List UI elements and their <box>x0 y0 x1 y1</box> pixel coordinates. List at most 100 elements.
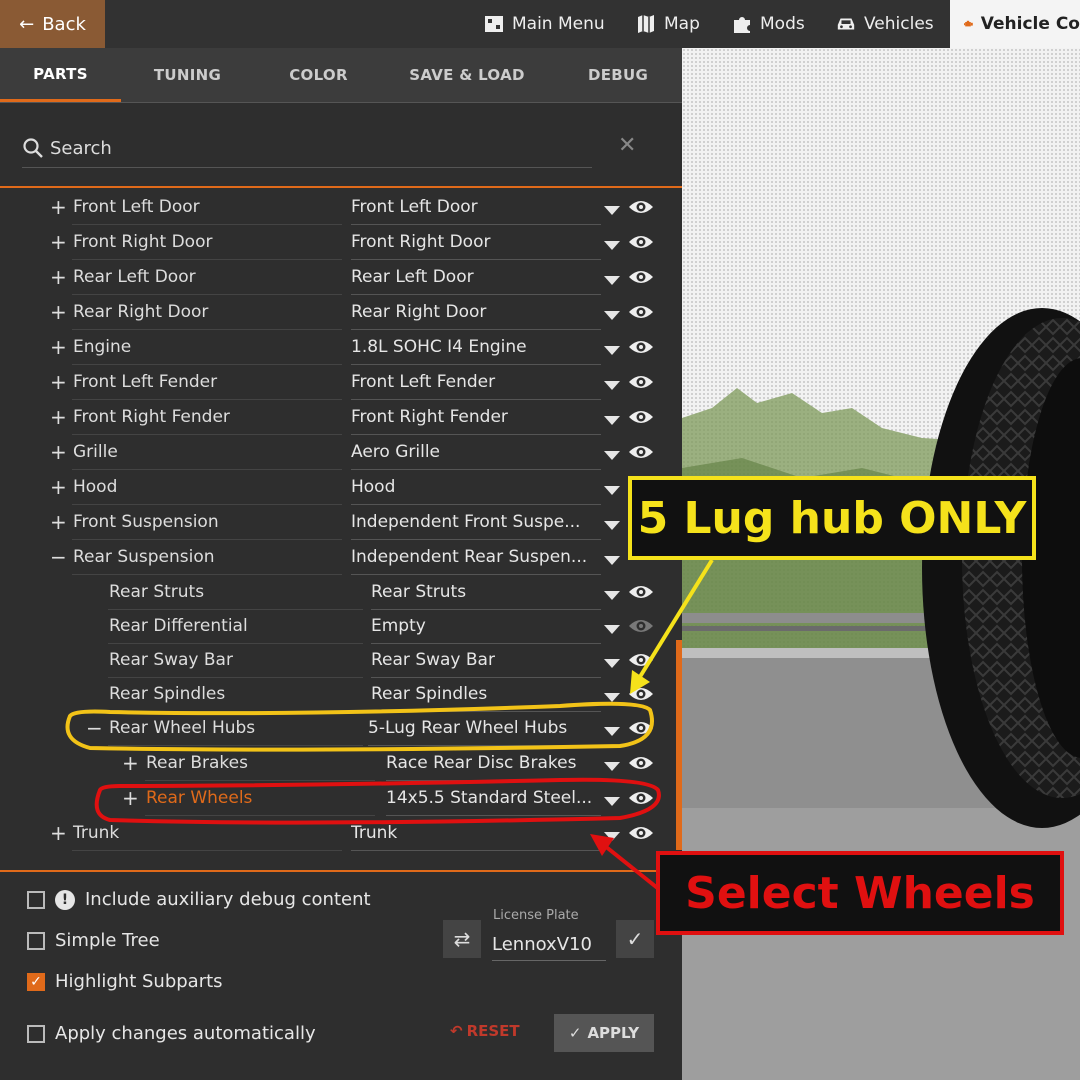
option-aux-debug[interactable]: ! Include auxiliary debug content <box>27 889 371 910</box>
tree-row[interactable]: Rear Sway Bar Rear Sway Bar <box>0 644 682 679</box>
back-button[interactable]: ← Back <box>0 0 105 48</box>
expand-icon[interactable]: + <box>50 475 67 499</box>
tab-save-load[interactable]: SAVE & LOAD <box>397 48 537 102</box>
reset-button[interactable]: ↶ RESET <box>450 1022 520 1040</box>
chevron-down-icon[interactable] <box>604 591 620 600</box>
part-select[interactable]: Rear Right Door <box>351 302 601 330</box>
eye-icon[interactable] <box>628 407 654 427</box>
tree-row[interactable]: + Trunk Trunk <box>0 817 682 852</box>
part-select[interactable]: Front Right Fender <box>351 407 601 435</box>
expand-icon[interactable]: + <box>50 265 67 289</box>
expand-icon[interactable]: + <box>122 751 139 775</box>
collapse-icon[interactable]: − <box>86 716 103 740</box>
part-select[interactable]: 1.8L SOHC I4 Engine <box>351 337 601 365</box>
tree-row[interactable]: + Front Left Door Front Left Door <box>0 191 682 226</box>
tab-debug[interactable]: DEBUG <box>560 48 676 102</box>
part-select[interactable]: Rear Sway Bar <box>371 650 601 678</box>
chevron-down-icon[interactable] <box>604 276 620 285</box>
tree-row[interactable]: + Front Left Fender Front Left Fender <box>0 366 682 401</box>
tree-row[interactable]: Rear Differential Empty <box>0 610 682 645</box>
eye-icon[interactable] <box>628 582 654 602</box>
nav-mods[interactable]: Mods <box>732 0 805 48</box>
option-highlight-subparts[interactable]: ✓ Highlight Subparts <box>27 971 223 992</box>
chevron-down-icon[interactable] <box>604 797 620 806</box>
checkbox[interactable] <box>27 890 45 909</box>
license-plate-input[interactable]: LennoxV10 <box>492 928 606 961</box>
part-select[interactable]: Rear Struts <box>371 582 601 610</box>
checkbox-checked[interactable]: ✓ <box>27 972 45 991</box>
eye-icon[interactable] <box>628 616 654 636</box>
part-select[interactable]: Independent Rear Suspen... <box>351 547 601 575</box>
collapse-icon[interactable]: − <box>50 545 67 569</box>
tree-row[interactable]: Rear Struts Rear Struts <box>0 576 682 611</box>
eye-icon[interactable] <box>628 302 654 322</box>
expand-icon[interactable]: + <box>50 335 67 359</box>
tree-row[interactable]: + Front Right Fender Front Right Fender <box>0 401 682 436</box>
tree-row[interactable]: + Engine 1.8L SOHC I4 Engine <box>0 331 682 366</box>
tab-tuning[interactable]: TUNING <box>127 48 248 102</box>
tree-row[interactable]: + Grille Aero Grille <box>0 436 682 471</box>
expand-icon[interactable]: + <box>50 510 67 534</box>
chevron-down-icon[interactable] <box>604 311 620 320</box>
part-select[interactable]: Rear Spindles <box>371 684 601 712</box>
part-select[interactable]: Front Left Fender <box>351 372 601 400</box>
eye-icon[interactable] <box>628 197 654 217</box>
expand-icon[interactable]: + <box>50 440 67 464</box>
tree-row[interactable]: − Rear Suspension Independent Rear Suspe… <box>0 541 682 576</box>
chevron-down-icon[interactable] <box>604 451 620 460</box>
eye-icon[interactable] <box>628 650 654 670</box>
eye-icon[interactable] <box>628 823 654 843</box>
chevron-down-icon[interactable] <box>604 486 620 495</box>
confirm-plate-button[interactable]: ✓ <box>616 920 654 958</box>
part-select[interactable]: Independent Front Suspe... <box>351 512 601 540</box>
close-icon[interactable]: ✕ <box>618 133 636 158</box>
part-select[interactable]: Hood <box>351 477 601 505</box>
search-field[interactable]: Search <box>22 129 592 168</box>
shuffle-button[interactable]: ⇄ <box>443 920 481 958</box>
chevron-down-icon[interactable] <box>604 521 620 530</box>
eye-icon[interactable] <box>628 753 654 773</box>
part-select[interactable]: Race Rear Disc Brakes <box>386 753 601 781</box>
chevron-down-icon[interactable] <box>604 346 620 355</box>
chevron-down-icon[interactable] <box>604 659 620 668</box>
tree-row[interactable]: + Front Right Door Front Right Door <box>0 226 682 261</box>
checkbox[interactable] <box>27 931 45 950</box>
tree-row[interactable]: − Rear Wheel Hubs 5-Lug Rear Wheel Hubs <box>0 712 682 747</box>
nav-vehicle-config[interactable]: Vehicle Co <box>950 0 1080 48</box>
part-select[interactable]: Rear Left Door <box>351 267 601 295</box>
nav-map[interactable]: Map <box>636 0 700 48</box>
chevron-down-icon[interactable] <box>604 416 620 425</box>
tab-color[interactable]: COLOR <box>258 48 379 102</box>
part-select[interactable]: Trunk <box>351 823 601 851</box>
chevron-down-icon[interactable] <box>604 556 620 565</box>
eye-icon[interactable] <box>628 718 654 738</box>
eye-icon[interactable] <box>628 442 654 462</box>
eye-icon[interactable] <box>628 372 654 392</box>
part-select[interactable]: 5-Lug Rear Wheel Hubs <box>368 718 601 746</box>
expand-icon[interactable]: + <box>122 786 139 810</box>
part-select[interactable]: Front Right Door <box>351 232 601 260</box>
chevron-down-icon[interactable] <box>604 206 620 215</box>
checkbox[interactable] <box>27 1024 45 1043</box>
apply-button[interactable]: ✓ APPLY <box>554 1014 654 1052</box>
expand-icon[interactable]: + <box>50 821 67 845</box>
chevron-down-icon[interactable] <box>604 241 620 250</box>
chevron-down-icon[interactable] <box>604 832 620 841</box>
eye-icon[interactable] <box>628 788 654 808</box>
nav-vehicles[interactable]: Vehicles <box>836 0 934 48</box>
chevron-down-icon[interactable] <box>604 625 620 634</box>
chevron-down-icon[interactable] <box>604 381 620 390</box>
expand-icon[interactable]: + <box>50 230 67 254</box>
chevron-down-icon[interactable] <box>604 727 620 736</box>
part-select[interactable]: Aero Grille <box>351 442 601 470</box>
chevron-down-icon[interactable] <box>604 762 620 771</box>
nav-main-menu[interactable]: Main Menu <box>484 0 605 48</box>
part-select[interactable]: Empty <box>371 616 601 644</box>
eye-icon[interactable] <box>628 267 654 287</box>
option-simple-tree[interactable]: Simple Tree <box>27 930 160 951</box>
tree-row[interactable]: + Rear Right Door Rear Right Door <box>0 296 682 331</box>
tree-row[interactable]: + Rear Left Door Rear Left Door <box>0 261 682 296</box>
expand-icon[interactable]: + <box>50 405 67 429</box>
part-select[interactable]: 14x5.5 Standard Steel... <box>386 788 601 816</box>
option-apply-auto[interactable]: Apply changes automatically <box>27 1023 316 1044</box>
